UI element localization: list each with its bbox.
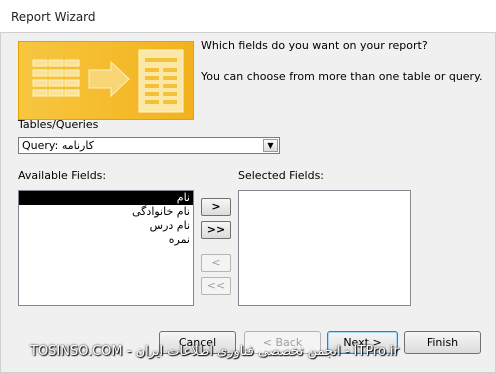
available-fields-label: Available Fields:: [18, 169, 107, 182]
tables-queries-value: Query: کارنامه: [22, 139, 94, 152]
selected-fields-list[interactable]: [238, 190, 411, 306]
intro-hint: You can choose from more than one table …: [201, 70, 483, 83]
window-title: Report Wizard: [11, 10, 96, 24]
list-item[interactable]: نام: [19, 191, 193, 205]
available-fields-list[interactable]: نام نام خانوادگی نام درس نمره: [18, 190, 194, 306]
finish-button[interactable]: Finish: [404, 331, 481, 354]
remove-field-button[interactable]: <: [201, 254, 231, 272]
add-all-fields-button[interactable]: >>: [201, 221, 231, 239]
watermark-text: TOSINSO.COM - انجمن تخصصی فناوری اطلاعات…: [30, 344, 399, 359]
tables-queries-combo[interactable]: Query: کارنامه ▼: [18, 137, 280, 154]
tables-queries-label: Tables/Queries: [18, 118, 99, 131]
list-item[interactable]: نام درس: [19, 219, 193, 233]
report-illustration-icon: [32, 49, 184, 113]
remove-all-fields-button[interactable]: <<: [201, 277, 231, 295]
wizard-illustration: [18, 41, 194, 120]
dropdown-arrow-icon[interactable]: ▼: [263, 139, 278, 152]
list-item[interactable]: نام خانوادگی: [19, 205, 193, 219]
list-item[interactable]: نمره: [19, 233, 193, 247]
add-field-button[interactable]: >: [201, 198, 231, 216]
selected-fields-label: Selected Fields:: [238, 169, 325, 182]
title-bar: Report Wizard: [0, 0, 496, 33]
intro-question: Which fields do you want on your report?: [201, 39, 428, 52]
